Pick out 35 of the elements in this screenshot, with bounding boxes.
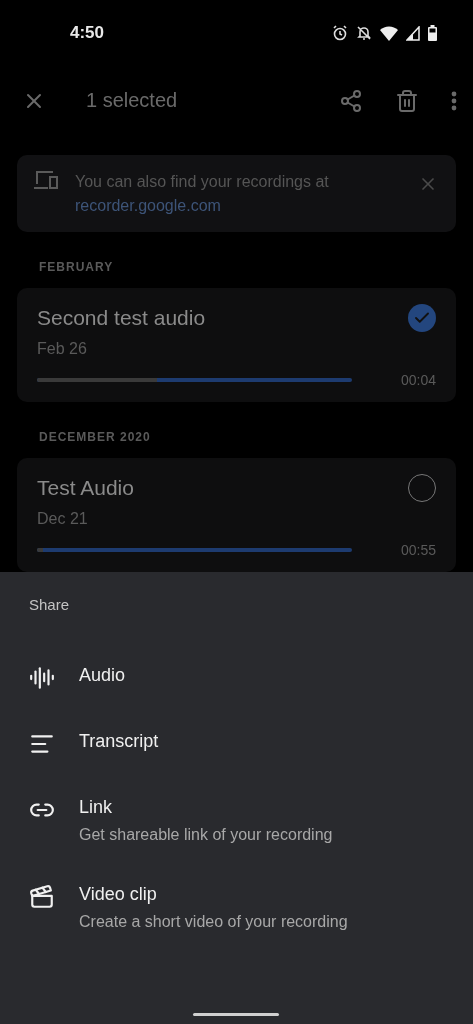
recording-date: Feb 26 xyxy=(37,340,88,358)
option-label[interactable]: Transcript xyxy=(79,731,159,752)
more-button[interactable] xyxy=(451,90,457,111)
trash-icon xyxy=(395,88,419,113)
share-icon xyxy=(339,88,363,113)
selection-checkbox[interactable] xyxy=(408,304,436,332)
recording-title: Second test audio xyxy=(37,306,206,330)
audio-wave-icon xyxy=(29,665,55,691)
recording-duration: 00:55 xyxy=(400,542,436,558)
banner-text: You can also find your recordings at recorder.google.com xyxy=(75,172,330,216)
delete-button[interactable] xyxy=(395,88,419,113)
section-header: FEBRUARY xyxy=(38,259,115,276)
option-label[interactable]: Link xyxy=(79,797,333,818)
sheet-title: Share xyxy=(29,596,70,613)
battery-icon xyxy=(428,25,437,42)
option-label[interactable]: Video clip xyxy=(79,884,348,905)
share-button[interactable] xyxy=(339,88,363,113)
recording-card[interactable]: Second test audio Feb 26 00:04 xyxy=(17,288,456,402)
devices-icon xyxy=(33,170,59,190)
more-icon xyxy=(451,90,457,111)
recording-date: Dec 21 xyxy=(37,510,89,528)
clapperboard-icon xyxy=(29,884,55,910)
signal-icon xyxy=(406,25,420,41)
recording-title: Test Audio xyxy=(37,476,134,500)
bell-off-icon xyxy=(356,25,372,42)
option-description: Create a short video of your recording xyxy=(79,913,348,931)
section-header: DECEMBER 2020 xyxy=(38,429,152,446)
recording-duration: 00:04 xyxy=(400,372,436,388)
recording-card[interactable]: Test Audio Dec 21 00:55 xyxy=(17,458,456,572)
selection-count: 1 selected xyxy=(86,89,179,113)
wifi-icon xyxy=(380,25,398,41)
status-time: 4:50 xyxy=(70,23,106,44)
option-label[interactable]: Audio xyxy=(79,665,126,686)
alarm-icon xyxy=(332,25,348,42)
option-description: Get shareable link of your recording xyxy=(79,826,333,844)
